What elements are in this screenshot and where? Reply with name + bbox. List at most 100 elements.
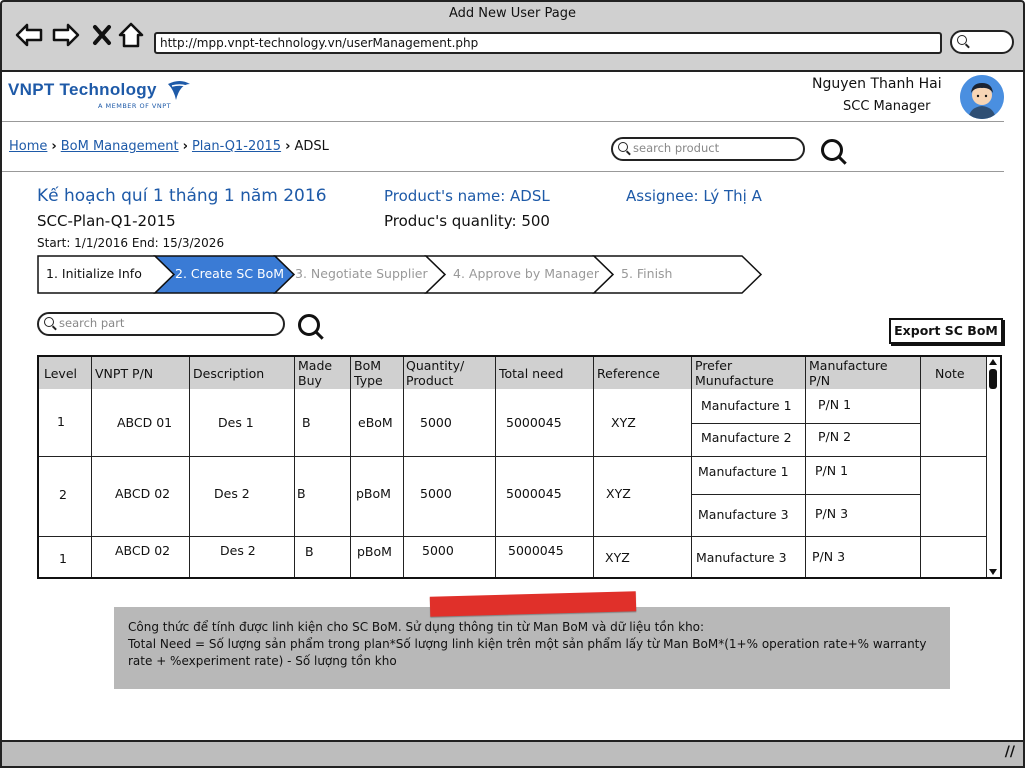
cell-quantity: 5000	[420, 486, 452, 501]
cell-made-buy: B	[302, 415, 311, 430]
scroll-up-icon[interactable]	[989, 359, 997, 365]
header-bom-type: BoM Type	[354, 358, 383, 388]
search-icon	[618, 142, 628, 152]
product-quantity: Produc's quanlity: 500	[384, 212, 550, 230]
column-divider	[495, 357, 496, 577]
assignee: Assignee: Lý Thị A	[626, 187, 762, 205]
part-search-input[interactable]: search part	[37, 312, 285, 336]
column-divider	[350, 357, 351, 577]
cell-description: Des 1	[218, 415, 254, 430]
cell-bom-type: eBoM	[358, 415, 393, 430]
column-divider	[91, 357, 92, 577]
header-line: Munufacture	[695, 373, 774, 388]
browser-search-input[interactable]	[950, 30, 1014, 54]
column-divider	[805, 357, 806, 577]
resize-grip-icon[interactable]: //	[1005, 744, 1015, 760]
cell-manufacture-pn: P/N 2	[818, 429, 852, 444]
user-name: Nguyen Thanh Hai	[812, 76, 942, 92]
step-approve-by-manager[interactable]: 4. Approve by Manager	[453, 266, 599, 281]
search-icon	[44, 317, 54, 327]
cell-manufacture-pn: P/N 3	[812, 549, 846, 564]
header-line: Type	[354, 373, 383, 388]
plan-dates: Start: 1/1/2016 End: 15/3/2026	[37, 236, 225, 250]
step-finish[interactable]: 5. Finish	[621, 266, 672, 281]
header-made-buy: Made Buy	[298, 358, 332, 388]
column-divider	[189, 357, 190, 577]
cell-reference: XYZ	[605, 550, 630, 565]
header-prefer-manufacture: Prefer Munufacture	[695, 358, 774, 388]
cell-manufacture: Manufacture 2	[701, 430, 792, 445]
breadcrumb-plan[interactable]: Plan-Q1-2015	[192, 139, 281, 154]
avatar[interactable]	[960, 75, 1004, 119]
breadcrumb-bom-management[interactable]: BoM Management	[61, 139, 179, 154]
header-level: Level	[44, 366, 77, 381]
cell-vnpt-pn: ABCD 02	[115, 486, 171, 501]
header-reference: Reference	[597, 366, 660, 381]
header-line: Made	[298, 358, 333, 373]
header-line: Manufacture	[809, 358, 888, 373]
close-icon[interactable]	[88, 20, 118, 50]
header-vnpt-pn: VNPT P/N	[95, 366, 154, 381]
header-line: P/N	[809, 373, 831, 388]
breadcrumb: Home › BoM Management › Plan-Q1-2015 › ADSL	[9, 139, 329, 154]
cell-manufacture: Manufacture 3	[698, 507, 789, 522]
breadcrumb-home[interactable]: Home	[9, 139, 47, 154]
cell-total-need: 5000045	[506, 415, 562, 430]
cell-reference: XYZ	[611, 415, 636, 430]
header-line: BoM	[354, 358, 382, 373]
formula-note: Công thức để tính được linh kiện cho SC …	[114, 607, 950, 689]
cell-manufacture-pn: P/N 3	[815, 506, 849, 521]
chevron-right-icon: ›	[51, 139, 57, 154]
column-divider	[294, 357, 295, 577]
breadcrumb-current: ADSL	[294, 139, 329, 154]
brand-name: VNPT Technology	[8, 80, 157, 99]
search-icon	[957, 35, 967, 45]
logo: VNPT Technology A MEMBER OF VNPT	[8, 80, 171, 110]
search-icon[interactable]	[821, 139, 843, 161]
cell-level: 1	[57, 414, 65, 429]
header-line: Quantity/	[406, 358, 465, 373]
export-sc-bom-button[interactable]: Export SC BoM	[889, 318, 1003, 344]
step-initialize-info[interactable]: 1. Initialize Info	[46, 266, 142, 281]
header-line: Prefer	[695, 358, 733, 373]
cell-manufacture-pn: P/N 1	[815, 463, 849, 478]
note-line: Total Need = Số lượng sản phẩm trong pla…	[128, 637, 927, 668]
cell-quantity: 5000	[422, 543, 454, 558]
forward-arrow-icon[interactable]	[51, 20, 81, 50]
sub-row-divider	[691, 423, 920, 424]
cell-made-buy: B	[297, 486, 306, 501]
cell-quantity: 5000	[420, 415, 452, 430]
scroll-down-icon[interactable]	[989, 569, 997, 575]
search-icon[interactable]	[298, 314, 320, 336]
header-manufacture-pn: Manufacture P/N	[809, 358, 888, 388]
plan-code: SCC-Plan-Q1-2015	[37, 212, 176, 230]
header-line: Buy	[298, 373, 322, 388]
cell-vnpt-pn: ABCD 02	[115, 543, 171, 558]
cell-made-buy: B	[305, 544, 314, 559]
back-arrow-icon[interactable]	[14, 20, 44, 50]
cell-manufacture: Manufacture 1	[698, 464, 789, 479]
scroll-thumb[interactable]	[989, 369, 997, 389]
status-bar: //	[0, 740, 1025, 768]
url-input[interactable]: http://mpp.vnpt-technology.vn/userManage…	[154, 32, 942, 54]
cell-bom-type: pBoM	[356, 486, 391, 501]
product-name: Product's name: ADSL	[384, 187, 550, 205]
note-line: Công thức để tính được linh kiện cho SC …	[128, 620, 705, 634]
column-divider	[920, 357, 921, 577]
search-placeholder: search part	[59, 316, 125, 330]
table-scrollbar[interactable]	[986, 357, 1000, 577]
breadcrumb-divider	[2, 171, 1004, 172]
cell-vnpt-pn: ABCD 01	[117, 415, 173, 430]
cell-manufacture: Manufacture 3	[696, 550, 787, 565]
home-icon[interactable]	[116, 20, 146, 50]
chevron-right-icon: ›	[285, 139, 291, 154]
plan-title: Kế hoạch quí 1 tháng 1 năm 2016	[37, 186, 327, 206]
step-create-sc-bom[interactable]: 2. Create SC BoM	[175, 266, 284, 281]
search-placeholder: search product	[633, 141, 720, 155]
header-line: Product	[406, 373, 454, 388]
product-search-input[interactable]: search product	[611, 137, 805, 161]
cell-manufacture-pn: P/N 1	[818, 397, 852, 412]
step-negotiate-supplier[interactable]: 3. Negotiate Supplier	[295, 266, 428, 281]
sub-row-divider	[691, 494, 920, 495]
progress-steps: 1. Initialize Info 2. Create SC BoM 3. N…	[37, 255, 767, 295]
